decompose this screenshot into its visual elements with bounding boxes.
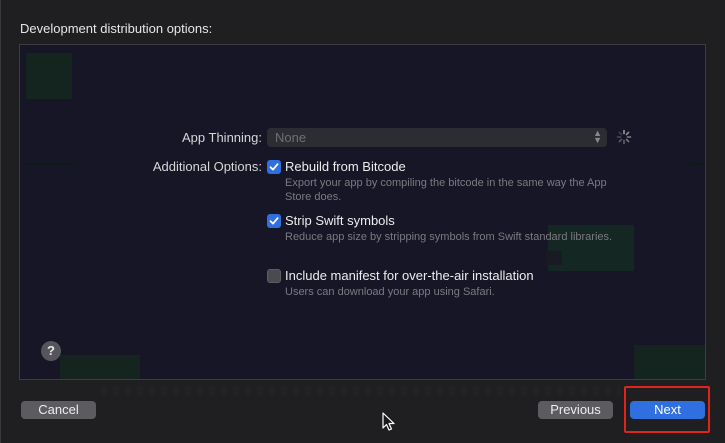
checkmark-icon — [269, 217, 279, 225]
option-title: Include manifest for over-the-air instal… — [285, 268, 534, 283]
additional-options-label: Additional Options: — [152, 159, 262, 174]
app-thinning-select[interactable]: None ▲ ▼ — [267, 128, 607, 147]
background-artifact — [60, 355, 140, 379]
rebuild-bitcode-checkbox[interactable] — [267, 160, 281, 174]
include-manifest-checkbox[interactable] — [267, 269, 281, 283]
background-artifact — [26, 53, 72, 99]
up-down-chevron-icon: ▲ ▼ — [593, 128, 602, 145]
option-description: Export your app by compiling the bitcode… — [285, 177, 607, 203]
option-title: Strip Swift symbols — [285, 213, 395, 228]
app-thinning-label: App Thinning: — [182, 130, 262, 145]
distribution-options-sheet: Development distribution options: App Th… — [0, 0, 725, 443]
background-artifact — [24, 163, 74, 165]
highlight-box — [624, 386, 710, 433]
help-button[interactable]: ? — [41, 341, 61, 361]
checkmark-icon — [269, 163, 279, 171]
previous-button[interactable]: Previous — [538, 401, 613, 419]
options-panel: App Thinning: None ▲ ▼ Additional Options… — [19, 44, 706, 380]
background-artifact — [634, 345, 705, 379]
background-artifact — [546, 251, 562, 265]
mouse-cursor-icon — [382, 412, 395, 431]
cancel-button[interactable]: Cancel — [21, 401, 96, 419]
strip-swift-symbols-checkbox[interactable] — [267, 214, 281, 228]
page-title: Development distribution options: — [20, 21, 213, 36]
loading-spinner-icon — [616, 129, 632, 145]
option-description: Reduce app size by stripping symbols fro… — [285, 231, 613, 243]
background-artifact — [101, 386, 621, 396]
option-description: Users can download your app using Safari… — [285, 286, 495, 298]
background-artifact — [690, 163, 705, 165]
app-thinning-value: None — [275, 130, 307, 145]
option-title: Rebuild from Bitcode — [285, 159, 406, 174]
